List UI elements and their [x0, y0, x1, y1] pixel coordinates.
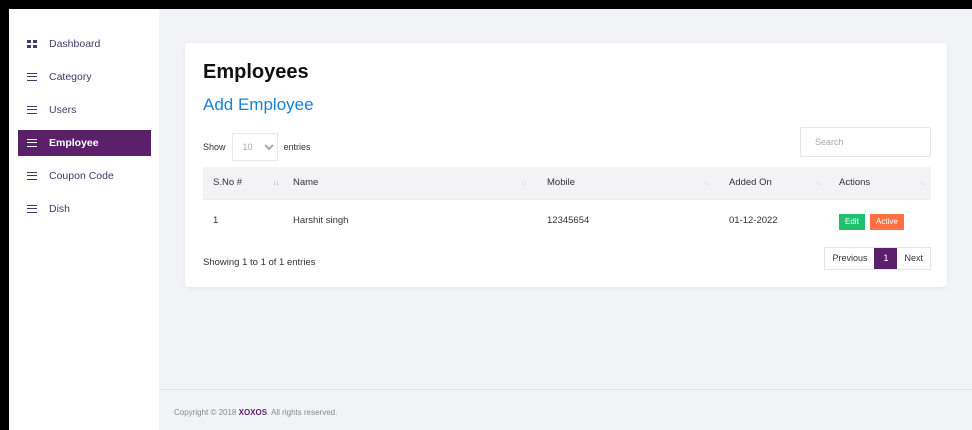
copyright-text: Copyright © 2018 — [174, 408, 239, 417]
window-frame-left — [0, 0, 9, 430]
menu-icon — [27, 172, 37, 180]
dashboard-icon — [27, 40, 37, 48]
column-header-mobile[interactable]: Mobile — [547, 167, 575, 199]
next-page-button[interactable]: Next — [897, 248, 930, 269]
sidebar-item-label: Users — [49, 104, 77, 116]
rights-text: . All rights reserved. — [267, 408, 338, 417]
brand-link[interactable]: XOXOS — [239, 408, 267, 417]
sidebar-item-label: Coupon Code — [49, 170, 114, 182]
search-input[interactable] — [800, 127, 931, 157]
show-label: Show — [203, 142, 226, 152]
entries-select[interactable]: 10 — [231, 133, 278, 161]
pagination: Previous 1 Next — [824, 247, 931, 270]
column-header-added-on[interactable]: Added On — [729, 167, 772, 199]
sort-icon: ↑↓ — [919, 181, 925, 187]
table-row: 1 Harshit singh 12345654 01-12-2022 Edit… — [203, 199, 931, 240]
cell-sno: 1 — [213, 215, 219, 226]
sidebar: Dashboard Category Users Employee Coupon… — [9, 9, 159, 430]
sort-icon: ↑↓ — [815, 181, 821, 187]
cell-mobile: 12345654 — [547, 215, 590, 226]
column-header-sno[interactable]: S.No # — [213, 167, 242, 199]
sidebar-item-coupon-code[interactable]: Coupon Code — [18, 163, 151, 189]
add-employee-link[interactable]: Add Employee — [203, 95, 314, 115]
sidebar-item-dashboard[interactable]: Dashboard — [18, 31, 151, 57]
status-active-button[interactable]: Active — [870, 214, 904, 230]
menu-icon — [27, 106, 37, 114]
sidebar-item-users[interactable]: Users — [18, 97, 151, 123]
entries-label: entries — [283, 142, 311, 152]
main-content: Employees Add Employee Show 10 entries S… — [159, 9, 972, 430]
table-header: S.No # ↑↓ Name ↑↓ Mobile ↑↓ Added On ↑↓ … — [203, 167, 931, 199]
sort-asc-icon: ↑↓ — [273, 181, 279, 187]
sidebar-item-label: Dashboard — [49, 38, 101, 50]
sort-icon: ↑↓ — [703, 181, 709, 187]
sidebar-item-label: Dish — [49, 203, 71, 215]
footer: Copyright © 2018 XOXOS. All rights reser… — [174, 408, 337, 417]
sidebar-item-employee[interactable]: Employee — [18, 130, 151, 156]
sort-icon: ↑↓ — [521, 181, 527, 187]
sidebar-item-category[interactable]: Category — [18, 64, 151, 90]
cell-name: Harshit singh — [293, 215, 349, 226]
column-header-actions[interactable]: Actions — [839, 167, 870, 199]
table-info: Showing 1 to 1 of 1 entries — [203, 257, 316, 268]
sidebar-item-dish[interactable]: Dish — [18, 196, 151, 222]
employees-card: Employees Add Employee Show 10 entries S… — [185, 43, 947, 287]
window-frame-top — [0, 0, 972, 9]
footer-divider — [159, 389, 972, 390]
sidebar-item-label: Category — [49, 71, 92, 83]
page-1-button[interactable]: 1 — [874, 248, 898, 269]
menu-icon — [27, 205, 37, 213]
page-title: Employees — [203, 61, 309, 83]
sidebar-item-label: Employee — [49, 137, 99, 149]
entries-length-control: Show 10 entries — [203, 133, 311, 161]
menu-icon — [27, 139, 37, 147]
edit-button[interactable]: Edit — [839, 214, 865, 230]
previous-page-button[interactable]: Previous — [825, 248, 875, 269]
menu-icon — [27, 73, 37, 81]
column-header-name[interactable]: Name — [293, 167, 318, 199]
cell-added-on: 01-12-2022 — [729, 215, 778, 226]
